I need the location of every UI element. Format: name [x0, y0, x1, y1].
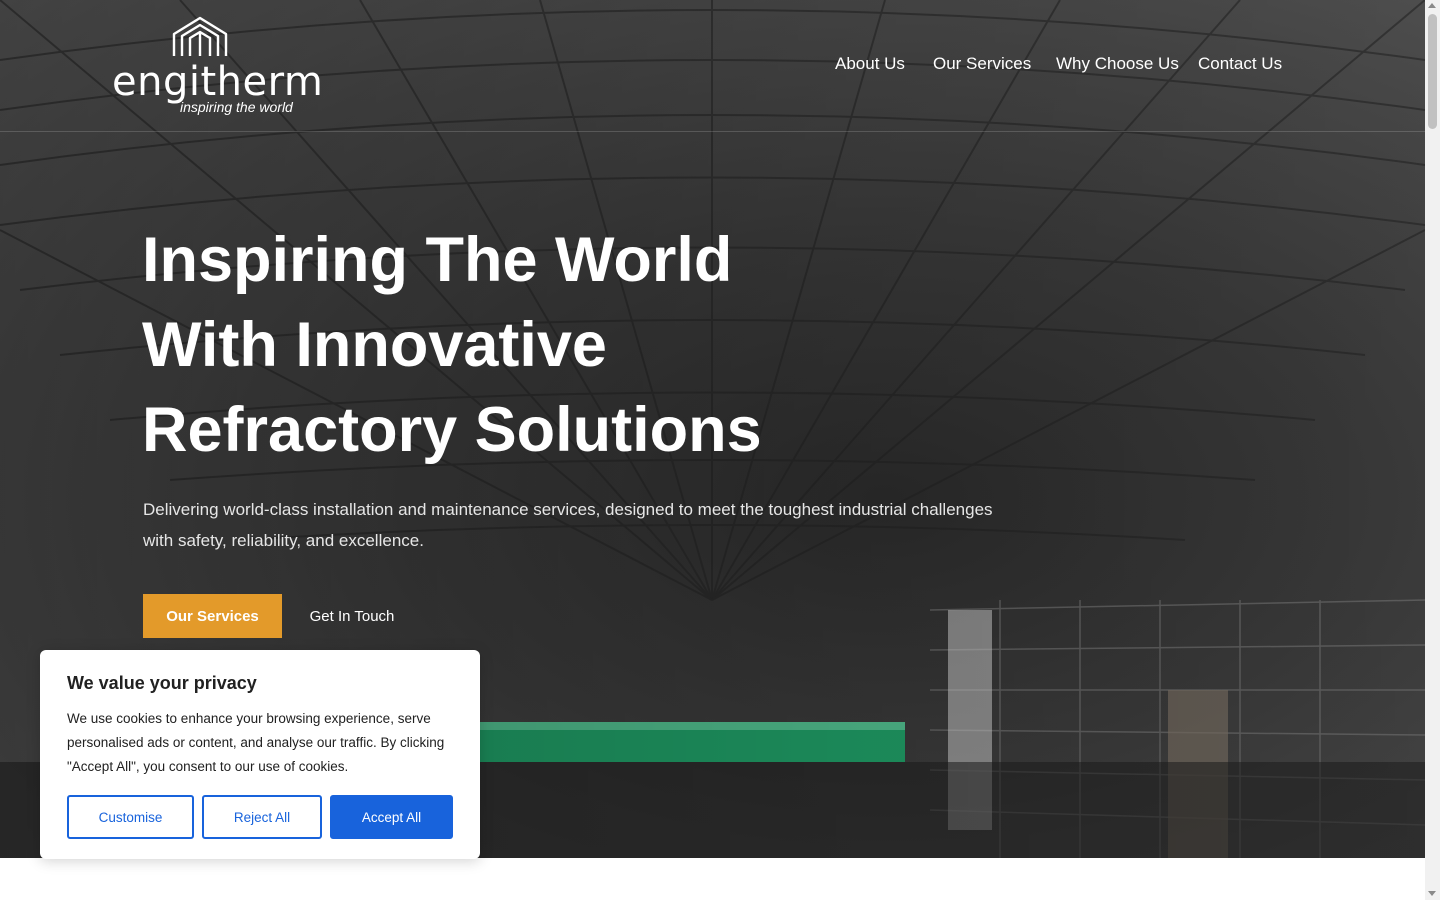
- hero-headline: Inspiring The World With Innovative Refr…: [142, 218, 922, 473]
- get-in-touch-button[interactable]: Get In Touch: [300, 594, 404, 638]
- headline-line-1: Inspiring The World: [142, 225, 733, 295]
- cookie-description: We use cookies to enhance your browsing …: [67, 711, 445, 774]
- brand-tagline: inspiring the world: [180, 99, 293, 115]
- hero-subtitle: Delivering world-class installation and …: [143, 500, 993, 550]
- scroll-down-arrow-icon[interactable]: [1428, 891, 1436, 896]
- cookie-consent-banner: We value your privacy We use cookies to …: [40, 650, 480, 859]
- building-outline-icon: [172, 16, 228, 56]
- headline-line-2: With Innovative: [142, 310, 607, 380]
- nav-contact-us[interactable]: Contact Us: [1198, 52, 1282, 76]
- nav-our-services[interactable]: Our Services: [933, 52, 1031, 76]
- scroll-up-arrow-icon[interactable]: [1428, 3, 1436, 8]
- nav-why-choose-us[interactable]: Why Choose Us: [1056, 52, 1179, 76]
- reject-all-button[interactable]: Reject All: [202, 795, 322, 839]
- headline-line-3: Refractory Solutions: [142, 395, 762, 465]
- accept-all-button[interactable]: Accept All: [330, 795, 453, 839]
- site-header: engitherm inspiring the world About Us O…: [0, 0, 1425, 132]
- our-services-button[interactable]: Our Services: [143, 594, 282, 638]
- scrollbar[interactable]: [1425, 0, 1440, 900]
- nav-about-us[interactable]: About Us: [835, 52, 905, 76]
- cookie-title: We value your privacy: [67, 673, 257, 693]
- scrollbar-thumb[interactable]: [1428, 14, 1437, 129]
- logo-link[interactable]: engitherm inspiring the world: [112, 16, 323, 116]
- customise-button[interactable]: Customise: [67, 795, 194, 839]
